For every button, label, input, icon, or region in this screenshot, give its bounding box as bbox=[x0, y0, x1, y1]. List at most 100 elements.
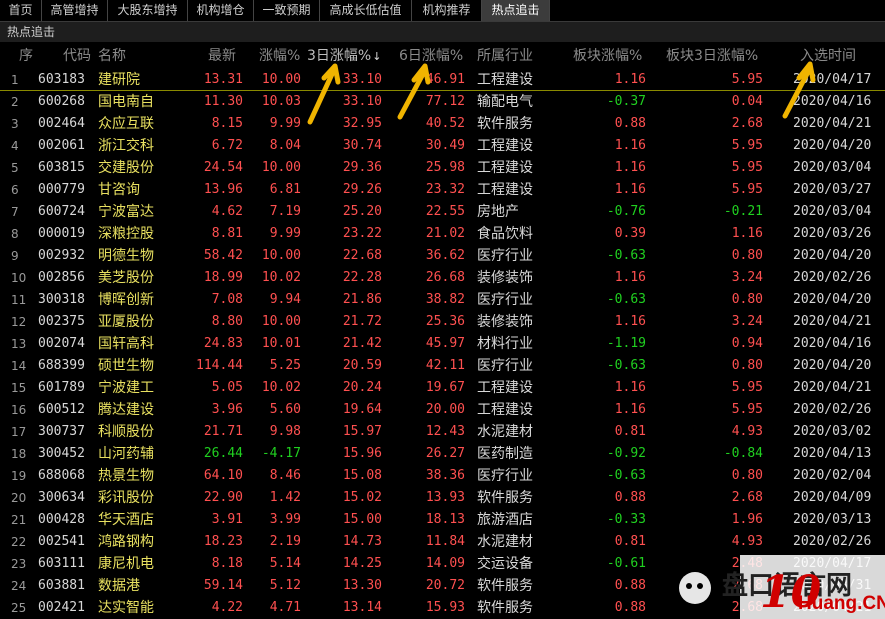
tab-executive-buying[interactable]: 高管增持 bbox=[42, 0, 108, 21]
cell-code: 000019 bbox=[38, 226, 85, 241]
table-row[interactable]: 16 600512 腾达建设 3.96 5.60 19.64 20.00 工程建设 1.16 5.… bbox=[0, 399, 885, 421]
table-row[interactable]: 1 603183 建研院 13.31 10.00 33.10 46.91 工程建设 1.16 5.… bbox=[0, 69, 885, 91]
cell-chg: 9.99 bbox=[269, 116, 301, 131]
cell-sector-chg3: 0.80 bbox=[731, 292, 763, 307]
col-name[interactable]: 名称 bbox=[98, 45, 126, 67]
cell-chg3: 20.59 bbox=[342, 358, 382, 373]
tab-major-holder-buying[interactable]: 大股东增持 bbox=[108, 0, 188, 21]
tab-institution-recommend[interactable]: 机构推荐 bbox=[412, 0, 482, 21]
annotation-arrow-icon bbox=[397, 63, 431, 120]
cell-price: 8.81 bbox=[211, 226, 243, 241]
cell-industry: 食品饮料 bbox=[477, 226, 533, 242]
col-price[interactable]: 最新 bbox=[208, 45, 236, 67]
cell-date: 2020/04/13 bbox=[793, 446, 872, 461]
tab-consensus[interactable]: 一致预期 bbox=[254, 0, 320, 21]
tab-home[interactable]: 首页 bbox=[0, 0, 42, 21]
cell-code: 601789 bbox=[38, 380, 85, 395]
cell-name: 达实智能 bbox=[98, 600, 154, 616]
table-row[interactable]: 19 688068 热景生物 64.10 8.46 15.08 38.36 医疗行业 -0.63… bbox=[0, 465, 885, 487]
cell-date: 2020/03/26 bbox=[793, 226, 872, 241]
table-row[interactable]: 4 002061 浙江交科 6.72 8.04 30.74 30.49 工程建设 1.16 5.9… bbox=[0, 135, 885, 157]
cell-date: 2020/03/27 bbox=[793, 182, 872, 197]
table-row[interactable]: 20 300634 彩讯股份 22.90 1.42 15.02 13.93 软件服务 0.88 2… bbox=[0, 487, 885, 509]
table-row[interactable]: 5 603815 交建股份 24.54 10.00 29.36 25.98 工程建设 1.16 5… bbox=[0, 157, 885, 179]
cell-name: 宁波建工 bbox=[98, 380, 154, 396]
cell-price: 22.90 bbox=[203, 490, 243, 505]
cell-date: 2020/02/26 bbox=[793, 534, 872, 549]
cell-date: 2020/04/20 bbox=[793, 248, 872, 263]
cell-industry: 医疗行业 bbox=[477, 248, 533, 264]
cell-chg3: 21.86 bbox=[342, 292, 382, 307]
cell-code: 300634 bbox=[38, 490, 85, 505]
cell-price: 4.62 bbox=[211, 204, 243, 219]
cell-name: 康尼机电 bbox=[98, 556, 154, 572]
cell-chg: 2.19 bbox=[269, 534, 301, 549]
cell-price: 114.44 bbox=[196, 358, 243, 373]
cell-chg6: 11.84 bbox=[425, 534, 465, 549]
table-row[interactable]: 14 688399 硕世生物 114.44 5.25 20.59 42.11 医疗行业 -0.6… bbox=[0, 355, 885, 377]
cell-sector-chg: 1.16 bbox=[614, 160, 646, 175]
cell-chg3: 15.96 bbox=[342, 446, 382, 461]
cell-name: 山河药辅 bbox=[98, 446, 154, 462]
cell-chg: 10.01 bbox=[261, 336, 301, 351]
table-row[interactable]: 18 300452 山河药辅 26.44 -4.17 15.96 26.27 医药制造 -0.9… bbox=[0, 443, 885, 465]
tab-hot-topics[interactable]: 热点追击 bbox=[482, 0, 550, 21]
table-row[interactable]: 17 300737 科顺股份 21.71 9.98 15.97 12.43 水泥建材 0.81 4… bbox=[0, 421, 885, 443]
cell-sector-chg3: 4.93 bbox=[731, 424, 763, 439]
cell-date: 2020/04/09 bbox=[793, 490, 872, 505]
cell-name: 彩讯股份 bbox=[98, 490, 154, 506]
table-row[interactable]: 2 600268 国电南自 11.30 10.03 33.10 77.12 输配电气 -0.37… bbox=[0, 91, 885, 113]
col-industry[interactable]: 所属行业 bbox=[477, 45, 533, 67]
col-change[interactable]: 涨幅% bbox=[259, 45, 300, 67]
cell-idx: 14 bbox=[11, 359, 27, 373]
table-row[interactable]: 9 002932 明德生物 58.42 10.00 22.68 36.62 医疗行业 -0.63… bbox=[0, 245, 885, 267]
cell-idx: 18 bbox=[11, 447, 27, 461]
table-row[interactable]: 7 600724 宁波富达 4.62 7.19 25.20 22.55 房地产 -0.76 -0.… bbox=[0, 201, 885, 223]
col-sector-change[interactable]: 板块涨幅% bbox=[573, 45, 642, 67]
cell-sector-chg3: 0.04 bbox=[731, 94, 763, 109]
table-row[interactable]: 13 002074 国轩高科 24.83 10.01 21.42 45.97 材料行业 -1.1… bbox=[0, 333, 885, 355]
cell-idx: 10 bbox=[11, 271, 27, 285]
cell-chg3: 15.00 bbox=[342, 512, 382, 527]
cell-price: 13.31 bbox=[203, 72, 243, 87]
table-row[interactable]: 10 002856 美芝股份 18.99 10.02 22.28 26.68 装修装饰 1.16… bbox=[0, 267, 885, 289]
cell-sector-chg: -0.63 bbox=[606, 292, 646, 307]
table-row[interactable]: 11 300318 博晖创新 7.08 9.94 21.86 38.82 医疗行业 -0.63 0… bbox=[0, 289, 885, 311]
cell-idx: 19 bbox=[11, 469, 27, 483]
table-row[interactable]: 21 000428 华天酒店 3.91 3.99 15.00 18.13 旅游酒店 -0.33 1… bbox=[0, 509, 885, 531]
cell-price: 4.22 bbox=[211, 600, 243, 615]
table-row[interactable]: 15 601789 宁波建工 5.05 10.02 20.24 19.67 工程建设 1.16 5… bbox=[0, 377, 885, 399]
cell-chg6: 38.36 bbox=[425, 468, 465, 483]
cell-sector-chg: -0.63 bbox=[606, 468, 646, 483]
cell-name: 甘咨询 bbox=[98, 182, 140, 198]
cell-sector-chg: 1.16 bbox=[614, 314, 646, 329]
cell-industry: 医疗行业 bbox=[477, 468, 533, 484]
cell-industry: 输配电气 bbox=[477, 94, 533, 110]
table-row[interactable]: 22 002541 鸿路钢构 18.23 2.19 14.73 11.84 水泥建材 0.81 4… bbox=[0, 531, 885, 553]
cell-chg3: 25.20 bbox=[342, 204, 382, 219]
tab-growth-value[interactable]: 高成长低估值 bbox=[320, 0, 412, 21]
cell-chg3: 15.02 bbox=[342, 490, 382, 505]
cell-name: 亚厦股份 bbox=[98, 314, 154, 330]
cell-chg6: 19.67 bbox=[425, 380, 465, 395]
cell-sector-chg: 0.88 bbox=[614, 116, 646, 131]
cell-name: 科顺股份 bbox=[98, 424, 154, 440]
col-sector-change-3d[interactable]: 板块3日涨幅% bbox=[666, 45, 758, 67]
cell-chg: 9.98 bbox=[269, 424, 301, 439]
cell-industry: 装修装饰 bbox=[477, 314, 533, 330]
table-row[interactable]: 8 000019 深粮控股 8.81 9.99 23.22 21.02 食品饮料 0.39 1.1… bbox=[0, 223, 885, 245]
cell-code: 600268 bbox=[38, 94, 85, 109]
cell-chg: 10.00 bbox=[261, 72, 301, 87]
cell-code: 603111 bbox=[38, 556, 85, 571]
cell-chg3: 29.26 bbox=[342, 182, 382, 197]
table-row[interactable]: 3 002464 众应互联 8.15 9.99 32.95 40.52 软件服务 0.88 2.6… bbox=[0, 113, 885, 135]
table-row[interactable]: 12 002375 亚厦股份 8.80 10.00 21.72 25.36 装修装饰 1.16 3… bbox=[0, 311, 885, 333]
col-index[interactable]: 序 bbox=[19, 45, 33, 67]
cell-industry: 医疗行业 bbox=[477, 292, 533, 308]
table-row[interactable]: 6 000779 甘咨询 13.96 6.81 29.26 23.32 工程建设 1.16 5.9… bbox=[0, 179, 885, 201]
cell-sector-chg: -0.76 bbox=[606, 204, 646, 219]
tab-institution-increase[interactable]: 机构增仓 bbox=[188, 0, 254, 21]
cell-industry: 软件服务 bbox=[477, 490, 533, 506]
cell-idx: 9 bbox=[11, 249, 19, 263]
col-code[interactable]: 代码 bbox=[63, 45, 91, 67]
